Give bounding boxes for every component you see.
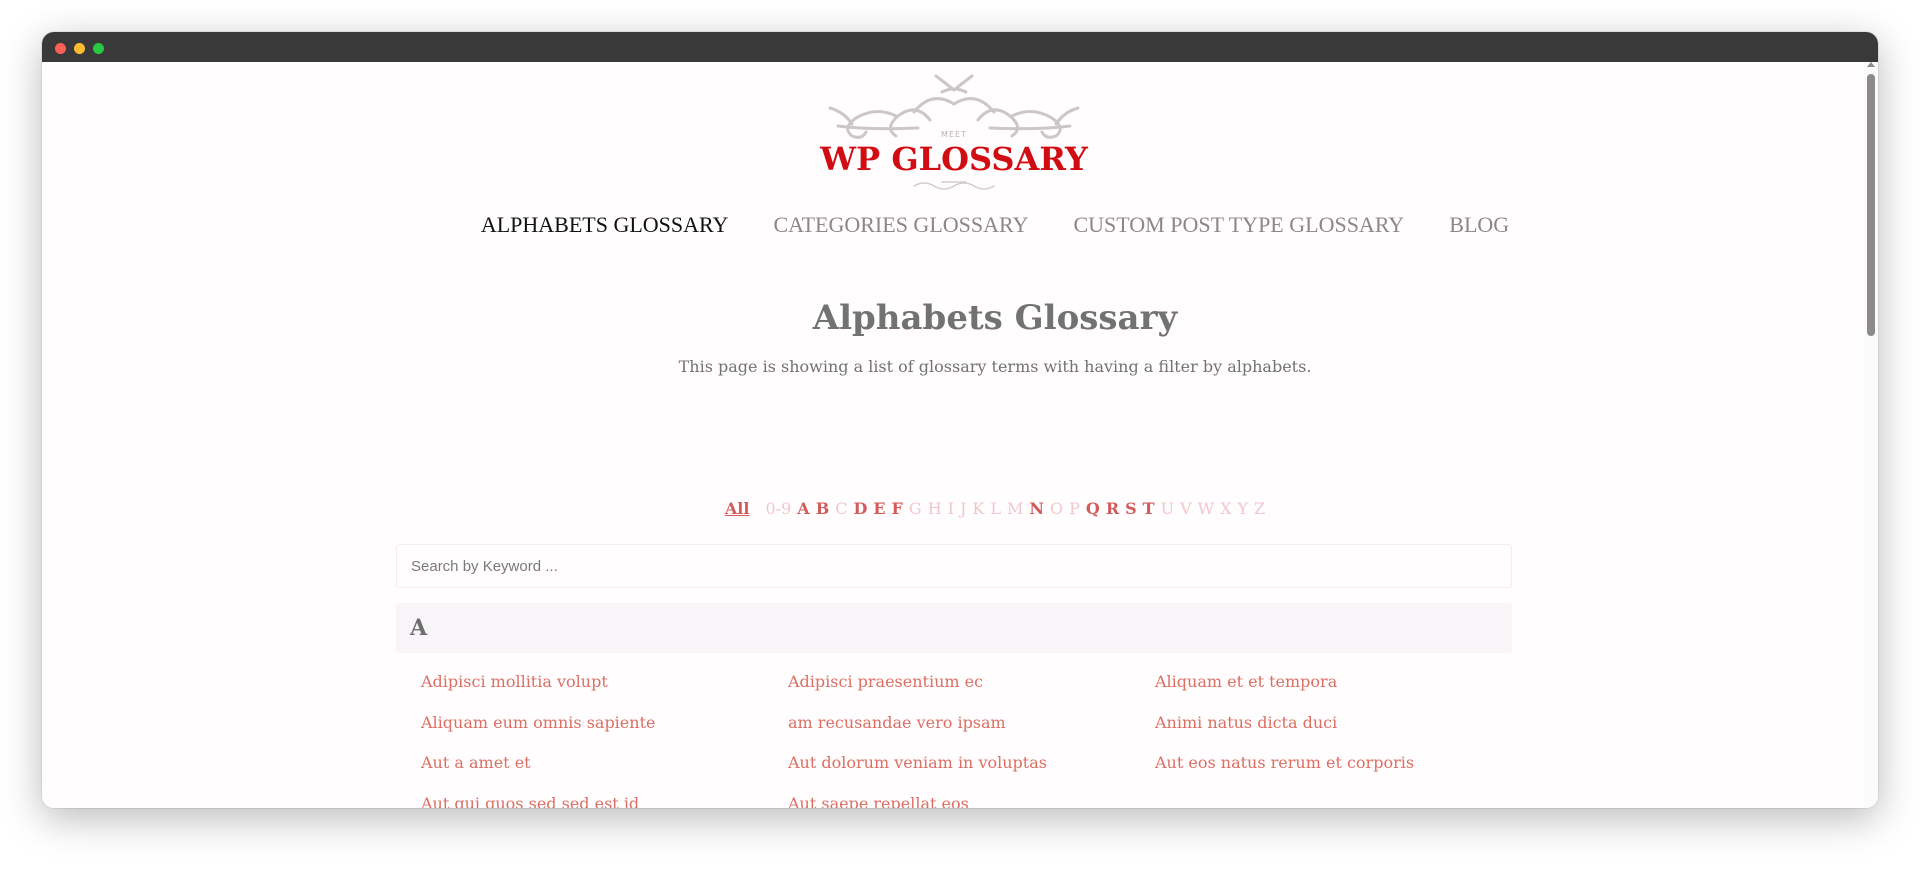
vertical-scrollbar[interactable] xyxy=(1864,62,1878,808)
filter-letter-j: J xyxy=(959,499,967,518)
filter-letter-v: V xyxy=(1180,499,1192,518)
main-navigation: ALPHABETS GLOSSARY CATEGORIES GLOSSARY C… xyxy=(42,212,1878,238)
filter-letter-x: X xyxy=(1220,499,1232,518)
nav-alphabets-glossary[interactable]: ALPHABETS GLOSSARY xyxy=(481,212,729,238)
glossary-term-link[interactable]: Aliquam et et tempora xyxy=(1155,662,1522,703)
filter-letter-e[interactable]: E xyxy=(873,499,885,518)
filter-letter-t[interactable]: T xyxy=(1143,499,1155,518)
filter-letter-z: Z xyxy=(1254,499,1266,518)
filter-letter-h: H xyxy=(927,499,942,518)
filter-letter-r[interactable]: R xyxy=(1106,499,1119,518)
filter-letter-u: U xyxy=(1160,499,1175,518)
glossary-term-link[interactable]: Aliquam eum omnis sapiente xyxy=(421,703,788,744)
filter-letter-p: P xyxy=(1069,499,1080,518)
section-header-a: A xyxy=(396,603,1512,653)
logo-tagline: MEET xyxy=(941,130,967,139)
filter-letter-o: O xyxy=(1049,499,1064,518)
scroll-up-arrow-icon[interactable] xyxy=(1867,62,1875,67)
glossary-term-link[interactable]: Adipisci praesentium ec xyxy=(788,662,1155,703)
alphabet-filter: All 0-9 A B C D E F G H I J K L M N O P Q R S T U V W X Y Z xyxy=(42,499,1878,518)
filter-letter-l: L xyxy=(990,499,1001,518)
filter-letter-c: C xyxy=(835,499,848,518)
page-description: This page is showing a list of glossary … xyxy=(678,357,1312,376)
filter-letter-a[interactable]: A xyxy=(797,499,809,518)
filter-letter-s[interactable]: S xyxy=(1125,499,1137,518)
filter-letter-f[interactable]: F xyxy=(892,499,903,518)
page-title: Alphabets Glossary xyxy=(812,298,1178,338)
filter-letter-g: G xyxy=(908,499,922,518)
glossary-term-link[interactable]: Aut qui quos sed sed est id xyxy=(421,784,788,809)
nav-blog[interactable]: BLOG xyxy=(1449,212,1509,238)
page-viewport: MEET WP GLOSSARY ALPHABETS GLOSSARY CATE… xyxy=(42,62,1878,808)
glossary-term-link[interactable]: Aut dolorum veniam in voluptas xyxy=(788,743,1155,784)
filter-letter-n[interactable]: N xyxy=(1029,499,1044,518)
glossary-term-link[interactable]: Aut eos natus rerum et corporis xyxy=(1155,743,1522,784)
window-titlebar xyxy=(42,32,1878,62)
filter-letter-b[interactable]: B xyxy=(816,499,830,518)
keyword-search-input[interactable] xyxy=(396,544,1512,588)
filter-letter-w: W xyxy=(1197,499,1215,518)
glossary-term-link[interactable]: Animi natus dicta duci xyxy=(1155,703,1522,744)
browser-window: MEET WP GLOSSARY ALPHABETS GLOSSARY CATE… xyxy=(42,32,1878,808)
glossary-term-link[interactable]: Adipisci mollitia volupt xyxy=(421,662,788,703)
glossary-term-link[interactable]: am recusandae vero ipsam xyxy=(788,703,1155,744)
filter-all[interactable]: All xyxy=(725,499,750,518)
maximize-window-button[interactable] xyxy=(93,43,104,54)
scrollbar-thumb[interactable] xyxy=(1867,74,1875,336)
glossary-term-list: Adipisci mollitia volupt Adipisci praesen… xyxy=(421,662,1521,808)
filter-letter-0-9: 0-9 xyxy=(765,499,792,518)
glossary-term-link[interactable]: Aut saepe repellat eos xyxy=(788,784,1155,809)
filter-letter-k: K xyxy=(972,499,985,518)
nav-categories-glossary[interactable]: CATEGORIES GLOSSARY xyxy=(773,212,1028,238)
filter-letter-y: Y xyxy=(1237,499,1249,518)
logo-title: WP GLOSSARY xyxy=(820,140,1088,178)
minimize-window-button[interactable] xyxy=(74,43,85,54)
filter-letter-i: I xyxy=(947,499,954,518)
site-logo[interactable]: MEET WP GLOSSARY xyxy=(818,70,1090,192)
nav-custom-post-type-glossary[interactable]: CUSTOM POST TYPE GLOSSARY xyxy=(1073,212,1404,238)
filter-letter-d[interactable]: D xyxy=(853,499,867,518)
filter-letter-q[interactable]: Q xyxy=(1086,499,1100,518)
glossary-term-link[interactable]: Aut a amet et xyxy=(421,743,788,784)
section-letter: A xyxy=(410,615,428,641)
filter-letter-m: M xyxy=(1006,499,1024,518)
close-window-button[interactable] xyxy=(55,43,66,54)
